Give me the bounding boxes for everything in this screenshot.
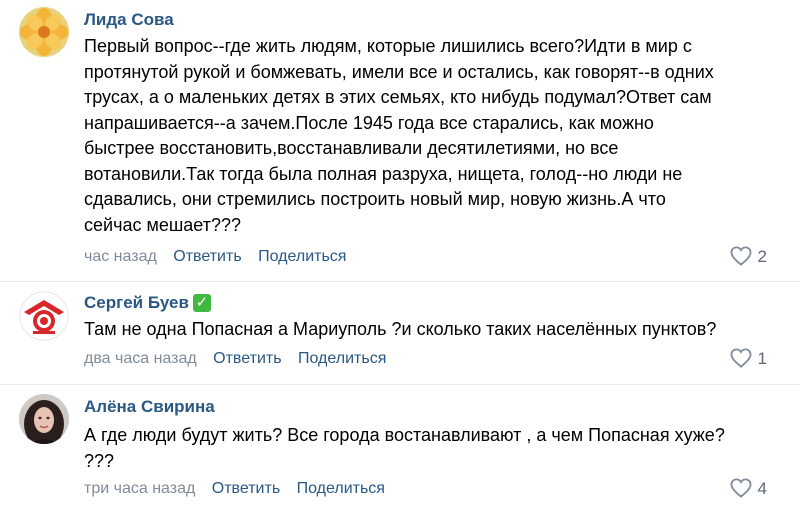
comment-text-line: напрашивается--а зачем.После 1945 года в…: [84, 112, 654, 133]
comment-text: Первый вопрос--где жить людям, которые л…: [84, 34, 784, 238]
heart-icon: [730, 246, 758, 266]
share-button[interactable]: Поделиться: [297, 480, 385, 497]
comment-text-line: сейчас мешает???: [84, 214, 241, 235]
share-button[interactable]: Поделиться: [258, 248, 346, 265]
like-button[interactable]: 1: [730, 348, 767, 369]
reply-button[interactable]: Ответить: [213, 350, 281, 367]
author-name: Сергей Буев: [84, 293, 189, 312]
comment-author[interactable]: Алёна Свирина: [84, 397, 215, 417]
comment-text-line: Там не одна Попасная а Мариуполь ?и скол…: [84, 319, 717, 339]
check-icon: ✓: [192, 294, 211, 312]
comment-author[interactable]: Сергей Буев ✓: [84, 293, 211, 313]
like-count: 1: [757, 349, 767, 368]
comment-text-line: быстрее восстановить,восстанавливали дес…: [84, 138, 619, 158]
comment-1: Лида Сова Первый вопрос--где жить людям,…: [0, 0, 800, 280]
comment-timestamp[interactable]: час назад: [84, 248, 157, 265]
comment-text: Там не одна Попасная а Мариуполь ?и скол…: [84, 317, 784, 343]
comment-text-line: вотановили.Так тогда была полная разруха…: [84, 163, 683, 184]
comment-meta: час назад Ответить Поделиться: [84, 248, 358, 266]
share-button[interactable]: Поделиться: [298, 350, 386, 367]
like-count: 4: [757, 479, 767, 498]
comment-text: А где люди будут жить? Все города востан…: [84, 423, 784, 474]
comment-text-line: сдавались, они стремились построить новы…: [84, 189, 666, 209]
like-button[interactable]: 4: [730, 478, 767, 499]
comment-text-line: трусах, а о маленьких детях в этих семья…: [84, 87, 712, 107]
reply-button[interactable]: Ответить: [212, 480, 280, 497]
avatar-sergey-buev[interactable]: [19, 291, 69, 341]
like-button[interactable]: 2: [730, 246, 767, 267]
comment-2: Сергей Буев ✓ Там не одна Попасная а Мари…: [0, 282, 800, 382]
reply-button[interactable]: Ответить: [173, 248, 241, 265]
avatar-alena-svirina[interactable]: [19, 394, 69, 444]
comment-text-line: Первый вопрос--где жить людям, которые л…: [84, 36, 692, 56]
avatar-lida-sova[interactable]: [19, 7, 69, 57]
comment-author[interactable]: Лида Сова: [84, 10, 174, 30]
comment-timestamp[interactable]: два часа назад: [84, 350, 197, 367]
heart-icon: [730, 478, 758, 498]
comment-meta: три часа назад Ответить Поделиться: [84, 480, 397, 498]
comment-text-line: протянутой рукой и бомжевать, имели все …: [84, 61, 714, 82]
comment-text-line: ???: [84, 450, 115, 471]
comment-meta: два часа назад Ответить Поделиться: [84, 350, 398, 368]
like-count: 2: [757, 247, 767, 266]
comment-timestamp[interactable]: три часа назад: [84, 480, 195, 497]
heart-icon: [730, 348, 758, 368]
comment-3: Алёна Свирина А где люди будут жить? Все…: [0, 385, 800, 509]
comment-text-line: А где люди будут жить? Все города востан…: [84, 425, 725, 445]
